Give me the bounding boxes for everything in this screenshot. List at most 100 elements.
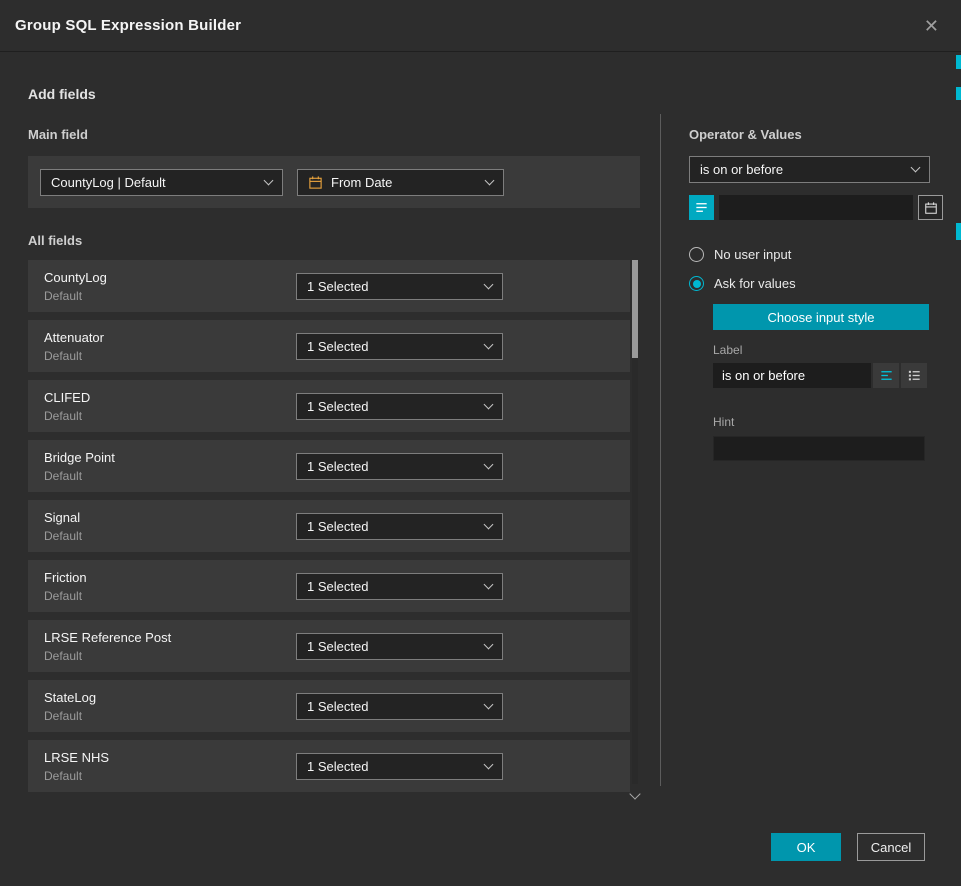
field-name: Friction	[44, 570, 87, 585]
chevron-down-icon	[484, 339, 494, 349]
field-text: LRSE Reference Post Default	[44, 630, 171, 663]
field-text: CLIFED Default	[44, 390, 90, 423]
field-selection-dropdown[interactable]: 1 Selected	[296, 453, 503, 480]
field-selection-dropdown[interactable]: 1 Selected	[296, 513, 503, 540]
chevron-down-icon	[484, 279, 494, 289]
field-selection-dropdown[interactable]: 1 Selected	[296, 753, 503, 780]
label-label: Label	[713, 343, 930, 357]
field-row: CountyLog Default 1 Selected	[28, 260, 630, 312]
field-selection-label: 1 Selected	[307, 339, 368, 354]
field-selection-label: 1 Selected	[307, 519, 368, 534]
hint-label: Hint	[713, 415, 930, 429]
dialog-title: Group SQL Expression Builder	[15, 17, 241, 34]
radio-ask-for-values[interactable]: Ask for values	[689, 276, 930, 291]
field-text: Attenuator Default	[44, 330, 104, 363]
field-subtitle: Default	[44, 409, 90, 423]
field-text: Signal Default	[44, 510, 82, 543]
main-field-label: Main field	[28, 127, 640, 142]
field-row: Friction Default 1 Selected	[28, 560, 630, 612]
chevron-down-icon	[264, 175, 274, 185]
layer-dropdown[interactable]: CountyLog | Default	[40, 169, 283, 196]
field-name: Signal	[44, 510, 82, 525]
operator-values-column: Operator & Values is on or before	[689, 102, 930, 461]
choose-input-style-button[interactable]: Choose input style	[713, 304, 929, 330]
field-name: CLIFED	[44, 390, 90, 405]
field-selection-label: 1 Selected	[307, 459, 368, 474]
edge-artifact	[956, 55, 961, 69]
hint-input[interactable]	[713, 436, 925, 461]
dialog-footer: OK Cancel	[771, 833, 925, 861]
field-subtitle: Default	[44, 709, 96, 723]
add-fields-heading: Add fields	[28, 86, 933, 102]
edge-artifact	[956, 87, 961, 100]
field-selection-dropdown[interactable]: 1 Selected	[296, 273, 503, 300]
fields-column: Main field CountyLog | Default	[28, 102, 640, 792]
close-button[interactable]: ✕	[920, 13, 943, 39]
label-input[interactable]	[713, 363, 871, 388]
bulleted-list-icon	[907, 368, 922, 383]
field-name: Bridge Point	[44, 450, 115, 465]
field-selection-dropdown[interactable]: 1 Selected	[296, 633, 503, 660]
radio-no-user-input-label: No user input	[714, 247, 791, 262]
edge-artifact	[956, 223, 961, 240]
values-list-icon	[694, 200, 709, 215]
input-style-list-button[interactable]	[901, 363, 927, 388]
field-row: CLIFED Default 1 Selected	[28, 380, 630, 432]
input-style-single-button[interactable]	[873, 363, 899, 388]
dialog-content: Add fields Main field CountyLog | Defaul…	[0, 86, 961, 792]
radio-ask-for-values-label: Ask for values	[714, 276, 796, 291]
close-icon: ✕	[924, 16, 939, 36]
field-selection-dropdown[interactable]: 1 Selected	[296, 393, 503, 420]
field-subtitle: Default	[44, 589, 87, 603]
radio-no-user-input[interactable]: No user input	[689, 247, 930, 262]
operator-dropdown[interactable]: is on or before	[689, 156, 930, 183]
field-text: LRSE NHS Default	[44, 750, 109, 783]
field-selection-label: 1 Selected	[307, 639, 368, 654]
chevron-down-icon	[484, 579, 494, 589]
chevron-down-icon	[911, 163, 921, 173]
date-field-dropdown[interactable]: From Date	[297, 169, 504, 196]
field-subtitle: Default	[44, 469, 115, 483]
chevron-down-icon	[484, 699, 494, 709]
field-row: LRSE Reference Post Default 1 Selected	[28, 620, 630, 672]
chevron-down-icon	[485, 175, 495, 185]
value-input[interactable]	[719, 195, 913, 220]
field-selection-label: 1 Selected	[307, 399, 368, 414]
field-subtitle: Default	[44, 649, 171, 663]
set-values-button[interactable]	[689, 195, 714, 220]
field-name: StateLog	[44, 690, 96, 705]
date-picker-button[interactable]	[918, 195, 943, 220]
field-text: StateLog Default	[44, 690, 96, 723]
layer-dropdown-label: CountyLog | Default	[51, 175, 166, 190]
field-selection-dropdown[interactable]: 1 Selected	[296, 573, 503, 600]
vertical-divider	[660, 114, 661, 786]
field-row: Signal Default 1 Selected	[28, 500, 630, 552]
all-fields-list: CountyLog Default 1 Selected Attenuator …	[28, 260, 630, 792]
field-selection-dropdown[interactable]: 1 Selected	[296, 333, 503, 360]
value-row	[689, 195, 930, 220]
field-row: Bridge Point Default 1 Selected	[28, 440, 630, 492]
field-name: CountyLog	[44, 270, 107, 285]
chevron-down-icon	[484, 459, 494, 469]
operator-dropdown-label: is on or before	[700, 162, 783, 177]
scrollbar-thumb[interactable]	[632, 260, 638, 358]
date-field-dropdown-label: From Date	[331, 175, 392, 190]
chevron-down-icon	[484, 639, 494, 649]
calendar-icon	[308, 175, 323, 190]
cancel-button[interactable]: Cancel	[857, 833, 925, 861]
all-fields-area: CountyLog Default 1 Selected Attenuator …	[28, 260, 640, 792]
align-left-icon	[879, 368, 894, 383]
field-text: CountyLog Default	[44, 270, 107, 303]
ok-button[interactable]: OK	[771, 833, 841, 861]
chevron-down-icon	[484, 399, 494, 409]
field-subtitle: Default	[44, 289, 107, 303]
field-selection-label: 1 Selected	[307, 279, 368, 294]
field-selection-dropdown[interactable]: 1 Selected	[296, 693, 503, 720]
field-selection-label: 1 Selected	[307, 759, 368, 774]
field-name: LRSE Reference Post	[44, 630, 171, 645]
field-name: LRSE NHS	[44, 750, 109, 765]
field-name: Attenuator	[44, 330, 104, 345]
scroll-down-icon[interactable]	[629, 788, 640, 799]
main-field-row: CountyLog | Default From Date	[28, 156, 640, 208]
field-subtitle: Default	[44, 769, 109, 783]
